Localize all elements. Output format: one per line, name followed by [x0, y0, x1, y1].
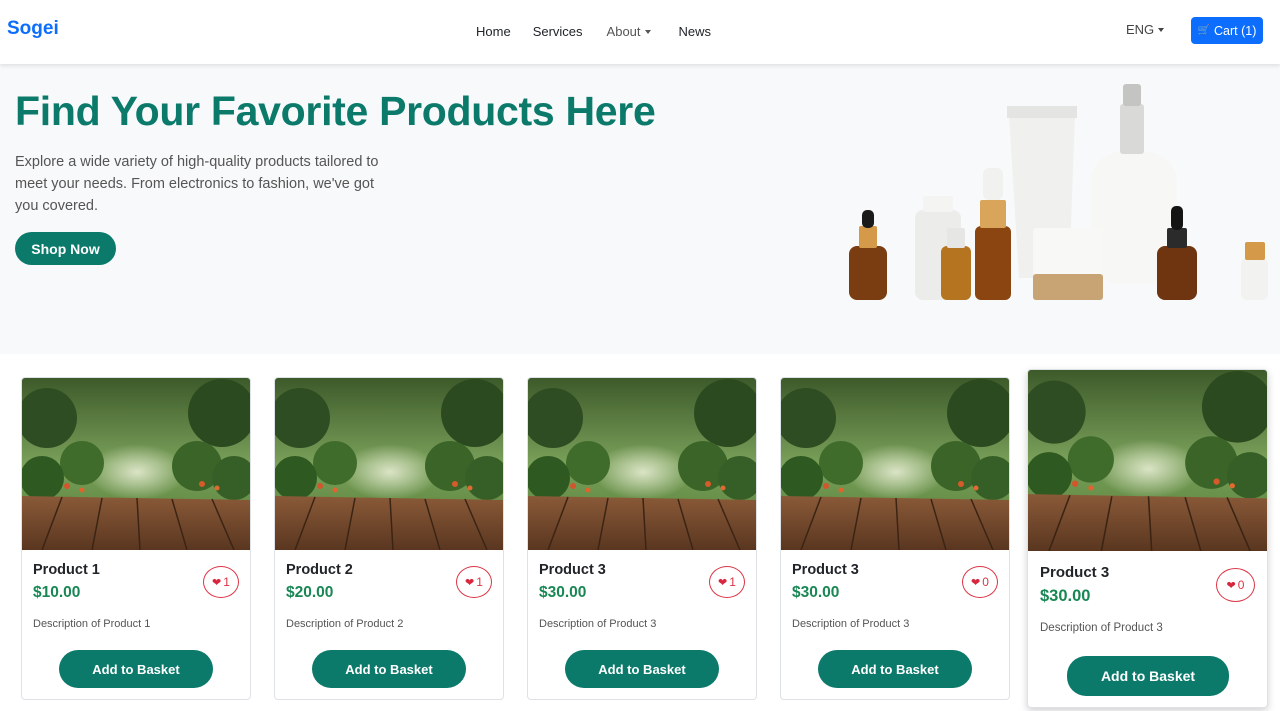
product-description: Description of Product 3 — [792, 618, 910, 630]
like-count: 0 — [982, 575, 989, 589]
heart-icon: ❤ — [971, 576, 981, 589]
like-count: 0 — [1237, 578, 1245, 592]
product-name: Product 3 — [792, 562, 859, 578]
product-description: Description of Product 2 — [286, 618, 404, 630]
like-button[interactable]: ❤ 1 — [456, 566, 492, 598]
cart-button[interactable]: 🛒 Cart (1) — [1191, 17, 1263, 44]
product-card: Product 1 $10.00 ❤ 1 Description of Prod… — [21, 377, 251, 700]
product-price: $30.00 — [1040, 587, 1091, 605]
language-selector[interactable]: ENG — [1126, 22, 1165, 37]
nav-link-about-label: About — [606, 23, 641, 39]
product-card-hovered: Product 3 $30.00 ❤ 0 Description of Prod… — [1027, 369, 1268, 708]
shop-now-button[interactable]: Shop Now — [15, 232, 116, 265]
like-button[interactable]: ❤ 1 — [709, 566, 745, 598]
product-price: $30.00 — [539, 584, 587, 601]
add-to-basket-button[interactable]: Add to Basket — [1067, 656, 1229, 696]
add-to-basket-button[interactable]: Add to Basket — [818, 650, 972, 688]
hero-description: Explore a wide variety of high-quality p… — [15, 154, 379, 214]
product-price: $10.00 — [33, 584, 81, 601]
language-label: ENG — [1126, 22, 1155, 37]
hero-section: Find Your Favorite Products Here Explore… — [0, 64, 1280, 354]
product-image — [1028, 370, 1267, 551]
add-to-basket-button[interactable]: Add to Basket — [565, 650, 719, 688]
like-count: 1 — [223, 575, 230, 589]
product-description: Description of Product 3 — [539, 618, 657, 630]
product-price: $20.00 — [286, 584, 334, 601]
product-name: Product 2 — [286, 562, 353, 578]
product-image — [22, 378, 250, 550]
hero-title: Find Your Favorite Products Here — [15, 88, 656, 134]
like-button[interactable]: ❤ 0 — [1216, 568, 1255, 602]
product-description: Description of Product 1 — [33, 618, 151, 630]
top-navbar: Sogei Home Services About News ENG 🛒 Car… — [0, 0, 1280, 64]
like-button[interactable]: ❤ 0 — [962, 566, 998, 598]
product-description: Description of Product 3 — [1040, 622, 1163, 634]
add-to-basket-button[interactable]: Add to Basket — [312, 650, 466, 688]
product-image — [528, 378, 756, 550]
product-name: Product 1 — [33, 562, 100, 578]
nav-link-services[interactable]: Services — [533, 24, 583, 39]
chevron-down-icon — [1158, 28, 1165, 32]
product-name: Product 3 — [1040, 564, 1110, 581]
like-button[interactable]: ❤ 1 — [203, 566, 239, 598]
product-name: Product 3 — [539, 562, 606, 578]
brand-logo[interactable]: Sogei — [7, 18, 59, 40]
product-card: Product 2 $20.00 ❤ 1 Description of Prod… — [274, 377, 504, 700]
chevron-down-icon — [644, 29, 651, 34]
heart-icon: ❤ — [1226, 579, 1236, 592]
nav-dropdown-about[interactable]: About — [607, 24, 651, 39]
heart-icon: ❤ — [718, 576, 728, 589]
product-image — [275, 378, 503, 550]
nav-link-news[interactable]: News — [679, 24, 712, 39]
like-count: 1 — [729, 575, 736, 589]
product-image — [781, 378, 1009, 550]
heart-icon: ❤ — [212, 576, 222, 589]
hero-products-image — [849, 84, 1268, 300]
like-count: 1 — [476, 575, 483, 589]
product-card: Product 3 $30.00 ❤ 0 Description of Prod… — [780, 377, 1010, 700]
nav-links: Home Services About News — [476, 22, 733, 40]
heart-icon: ❤ — [465, 576, 475, 589]
nav-link-home[interactable]: Home — [476, 24, 511, 39]
cart-label: Cart (1) — [1214, 23, 1257, 38]
add-to-basket-button[interactable]: Add to Basket — [59, 650, 213, 688]
product-price: $30.00 — [792, 584, 840, 601]
cart-icon: 🛒 — [1197, 25, 1211, 36]
product-card: Product 3 $30.00 ❤ 1 Description of Prod… — [527, 377, 757, 700]
